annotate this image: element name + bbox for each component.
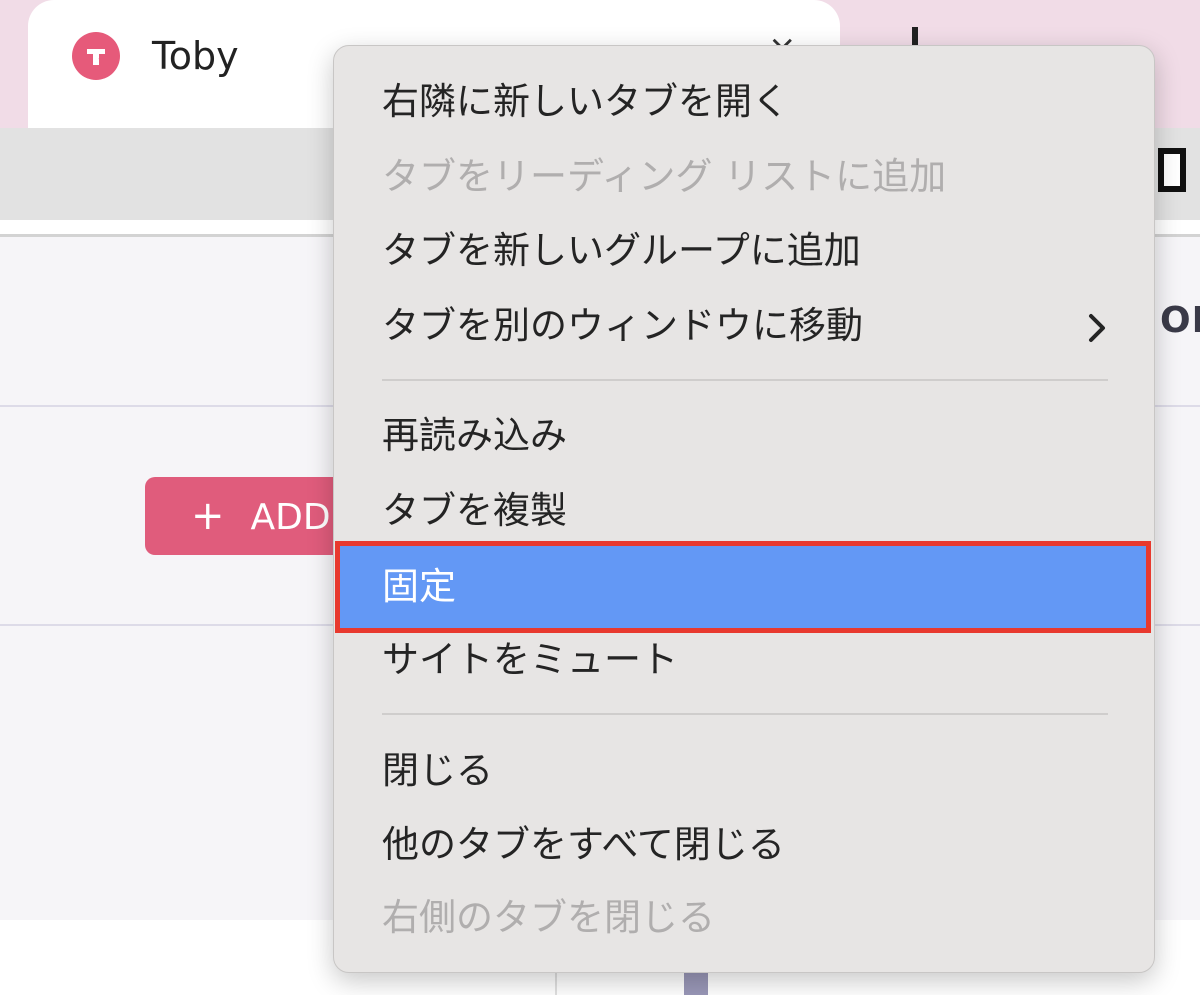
menu-item-pin[interactable]: 固定 <box>382 555 456 619</box>
menu-item-add-to-reading-list: タブをリーディング リストに追加 <box>382 155 947 198</box>
tab-context-menu: 右隣に新しいタブを開く タブをリーディング リストに追加 タブを新しいグループに… <box>333 45 1155 973</box>
toby-logo-icon <box>72 32 120 80</box>
chevron-right-icon <box>1089 314 1105 342</box>
menu-item-close-tabs-right: 右側のタブを閉じる <box>382 896 715 939</box>
menu-item-move-to-window[interactable]: タブを別のウィンドウに移動 <box>382 294 863 358</box>
column-header-fragment: OP <box>1160 300 1200 341</box>
menu-item-add-to-new-group[interactable]: タブを新しいグループに追加 <box>382 219 861 283</box>
add-button-label: ADD <box>250 497 331 538</box>
plus-icon: + <box>191 493 225 539</box>
extension-icon[interactable] <box>1158 148 1186 192</box>
menu-item-close[interactable]: 閉じる <box>382 739 493 803</box>
menu-item-open-new-tab-right[interactable]: 右隣に新しいタブを開く <box>382 70 789 134</box>
tab-title: Toby <box>152 34 239 78</box>
menu-item-pin-highlight[interactable]: 固定 <box>335 541 1151 633</box>
menu-separator <box>382 379 1108 381</box>
menu-item-close-other-tabs[interactable]: 他のタブをすべて閉じる <box>382 813 785 877</box>
menu-item-reload[interactable]: 再読み込み <box>382 404 567 468</box>
toby-logo-glyph <box>87 49 105 65</box>
menu-separator <box>382 713 1108 715</box>
menu-item-duplicate[interactable]: タブを複製 <box>382 479 567 543</box>
menu-item-mute-site[interactable]: サイトをミュート <box>382 628 678 692</box>
